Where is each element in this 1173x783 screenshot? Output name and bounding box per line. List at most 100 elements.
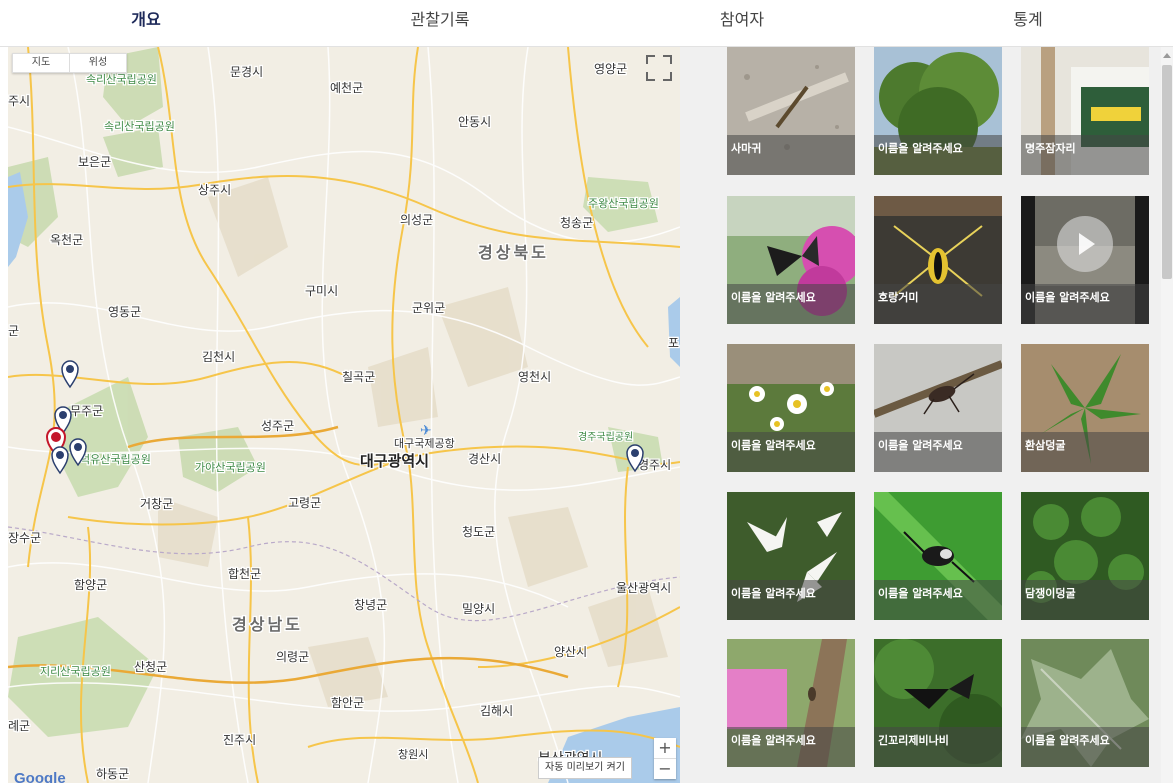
card-caption: 이름을 알려주세요 xyxy=(874,580,1002,620)
map-place-label: 구미시 xyxy=(305,284,338,298)
map-place-label: 대구광역시 xyxy=(360,452,429,470)
tab-statistics[interactable]: 통계 xyxy=(938,0,1118,46)
gallery-card[interactable]: 이름을 알려주세요 xyxy=(727,196,855,324)
map-place-label: 영동군 xyxy=(108,305,141,319)
card-caption: 이름을 알려주세요 xyxy=(727,432,855,472)
map-place-label: 대구국제공항 xyxy=(394,437,455,450)
gallery-card[interactable]: 이름을 알려주세요 xyxy=(727,639,855,767)
card-caption: 이름을 알려주세요 xyxy=(1021,284,1149,324)
map-place-label: 산청군 xyxy=(134,660,167,674)
gallery-card[interactable]: 환삼덩굴 xyxy=(1021,344,1149,472)
gallery-card[interactable]: 담쟁이덩굴 xyxy=(1021,492,1149,620)
gallery-card[interactable]: 이름을 알려주세요 xyxy=(1021,639,1149,767)
observation-gallery: 사마귀 이름을 알려주세요 명주잠자리 이름을 알려주세요 호랑거미 이름을 알려주세요 이… xyxy=(680,47,1173,783)
map-place-label: 창원시 xyxy=(398,748,428,761)
map-place-label: 포 xyxy=(668,336,679,350)
map-type-map-button[interactable]: 지도 xyxy=(13,54,69,72)
zoom-out-button[interactable]: − xyxy=(654,758,676,779)
card-caption: 담쟁이덩굴 xyxy=(1021,580,1149,620)
gallery-card[interactable]: 이름을 알려주세요 xyxy=(874,47,1002,175)
tab-overview[interactable]: 개요 xyxy=(56,0,236,46)
species-label: 명주잠자리 xyxy=(1025,142,1076,155)
species-label: 이름을 알려주세요 xyxy=(878,587,963,600)
map-place-label: 함양군 xyxy=(74,578,107,592)
map-place-label: 의성군 xyxy=(400,213,433,227)
map-place-label: 합천군 xyxy=(228,566,261,581)
gallery-card[interactable]: 이름을 알려주세요 xyxy=(1021,196,1149,324)
card-caption: 이름을 알려주세요 xyxy=(727,727,855,767)
map-place-label: 무주군 xyxy=(70,404,103,418)
map-place-label: 례군 xyxy=(8,719,30,733)
gallery-card[interactable]: 긴꼬리제비나비 xyxy=(874,639,1002,767)
map-place-label: 장수군 xyxy=(8,531,41,545)
card-caption: 호랑거미 xyxy=(874,284,1002,324)
gallery-scrollbar[interactable] xyxy=(1162,65,1172,279)
gallery-card[interactable]: 이름을 알려주세요 xyxy=(727,492,855,620)
auto-preview-button[interactable]: 자동 미리보기 켜기 xyxy=(538,757,632,779)
map-place-label: 거창군 xyxy=(140,497,173,511)
gallery-card[interactable]: 명주잠자리 xyxy=(1021,47,1149,175)
card-caption: 긴꼬리제비나비 xyxy=(874,727,1002,767)
play-icon[interactable] xyxy=(1057,216,1113,272)
map-type-satellite-button[interactable]: 위성 xyxy=(69,54,126,72)
gallery-card[interactable]: 사마귀 xyxy=(727,47,855,175)
map-place-label: 성주군 xyxy=(261,419,294,433)
map-place-label: 김해시 xyxy=(480,704,513,718)
tab-participants[interactable]: 참여자 xyxy=(652,0,832,46)
map-place-label: 경주시 xyxy=(638,458,671,472)
gallery-card[interactable]: 이름을 알려주세요 xyxy=(874,492,1002,620)
species-label: 이름을 알려주세요 xyxy=(731,734,816,747)
species-label: 담쟁이덩굴 xyxy=(1025,587,1076,600)
gallery-card[interactable]: 호랑거미 xyxy=(874,196,1002,324)
map-place-label: 함안군 xyxy=(331,696,364,710)
map-place-label: 군위군 xyxy=(412,301,445,315)
map-place-label: 안동시 xyxy=(458,115,491,129)
map-place-label: 울산광역시 xyxy=(616,581,671,595)
map-place-label: 진주시 xyxy=(223,733,256,747)
map-canvas: ✈ 속리산국립공원속리산국립공원주시문경시예천군영양군안동시보은군상주시주왕산국… xyxy=(8,47,680,783)
map-place-label: 군 xyxy=(8,324,19,338)
species-label: 이름을 알려주세요 xyxy=(1025,291,1110,304)
card-caption: 환삼덩굴 xyxy=(1021,432,1149,472)
map-place-label: 청도군 xyxy=(462,525,495,539)
map-place-label: 보은군 xyxy=(78,155,111,169)
card-caption: 사마귀 xyxy=(727,135,855,175)
map-place-label: 칠곡군 xyxy=(342,370,375,384)
species-label: 긴꼬리제비나비 xyxy=(878,734,949,747)
map-place-label: 경산시 xyxy=(468,452,501,466)
card-caption: 이름을 알려주세요 xyxy=(1021,727,1149,767)
gallery-card[interactable]: 이름을 알려주세요 xyxy=(727,344,855,472)
map-place-label: 영천시 xyxy=(518,369,551,384)
map-place-label: 창녕군 xyxy=(354,598,387,612)
map-place-label: 덕유산국립공원 xyxy=(80,453,151,466)
map-place-label: 경주국립공원 xyxy=(578,430,633,443)
species-label: 이름을 알려주세요 xyxy=(878,142,963,155)
map-place-label: 의령군 xyxy=(276,650,309,664)
species-label: 환삼덩굴 xyxy=(1025,439,1066,452)
fullscreen-icon[interactable] xyxy=(646,55,672,81)
card-caption: 이름을 알려주세요 xyxy=(727,284,855,324)
species-label: 이름을 알려주세요 xyxy=(1025,734,1110,747)
scroll-up-icon[interactable] xyxy=(1163,53,1171,58)
card-caption: 명주잠자리 xyxy=(1021,135,1149,175)
map-place-label: 하동군 xyxy=(96,767,129,781)
card-caption: 이름을 알려주세요 xyxy=(874,135,1002,175)
species-label: 사마귀 xyxy=(731,142,762,155)
card-caption: 이름을 알려주세요 xyxy=(727,580,855,620)
species-label: 이름을 알려주세요 xyxy=(878,439,963,452)
map-place-label: 양산시 xyxy=(554,645,587,659)
species-label: 호랑거미 xyxy=(878,291,919,304)
gallery-card[interactable]: 이름을 알려주세요 xyxy=(874,344,1002,472)
map-place-label: 경상북도 xyxy=(478,243,549,262)
species-label: 이름을 알려주세요 xyxy=(731,439,816,452)
card-caption: 이름을 알려주세요 xyxy=(874,432,1002,472)
tab-observations[interactable]: 관찰기록 xyxy=(350,0,530,46)
zoom-in-button[interactable]: + xyxy=(654,738,676,758)
map-place-label: 옥천군 xyxy=(50,232,83,247)
map-place-label: 경상남도 xyxy=(232,615,303,634)
map-place-label: 예천군 xyxy=(330,80,363,95)
map-type-control: 지도 위성 xyxy=(12,53,127,73)
map-place-label: 상주시 xyxy=(198,183,231,197)
observation-map[interactable]: ✈ 속리산국립공원 속리산국립공원 주시 문경시 예천군 영양군 안동시 보은군 상주시 주왕산국… xyxy=(8,47,680,783)
map-place-label: 지리산국립공원 xyxy=(40,665,111,678)
